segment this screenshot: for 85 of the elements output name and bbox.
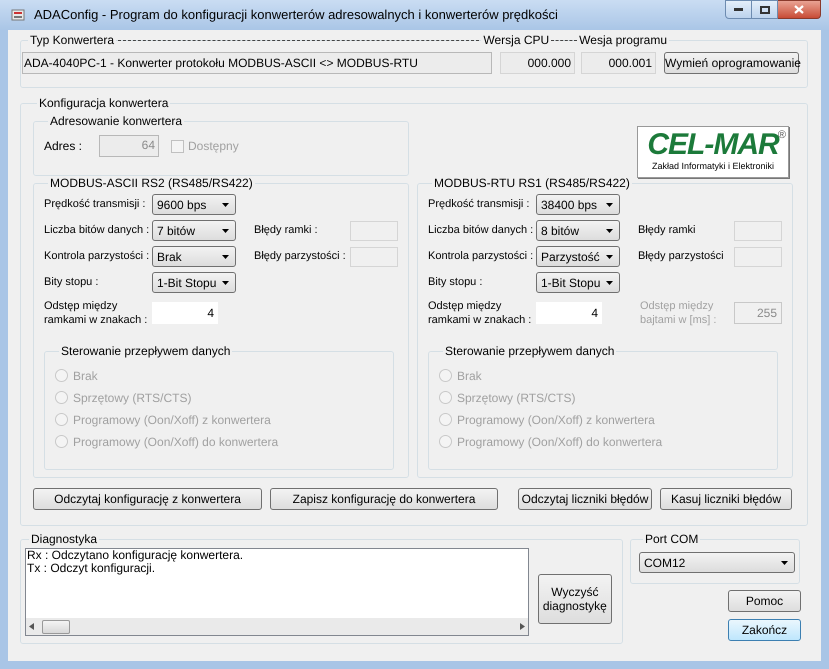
group-title: Konfiguracja konwertera	[38, 95, 170, 112]
field-label: Odstęp między ramkami w znakach :	[428, 299, 532, 327]
group-title: Sterowanie przepływem danych	[444, 343, 616, 360]
error-count-field	[350, 220, 398, 240]
checkbox-label: Dostępny	[188, 138, 239, 155]
app-icon	[10, 7, 26, 23]
push-button[interactable]: Pomoc	[728, 590, 801, 612]
scrollbar-thumb[interactable]	[42, 620, 70, 634]
field-label: Błędy parzystości	[638, 249, 725, 264]
field-label: Bity stopu :	[428, 275, 484, 290]
group-title: Diagnostyka	[30, 531, 98, 548]
caret-icon	[606, 228, 613, 232]
scroll-right-icon	[520, 623, 525, 630]
program-version-field: 000.001	[581, 52, 656, 74]
caret-icon	[222, 202, 229, 206]
window-title: ADAConfig - Program do konfiguracji konwerterów adresowalnych i konwerterów prędkości	[34, 6, 558, 24]
dropdown[interactable]: 1-Bit Stopu	[152, 272, 236, 293]
close-icon	[794, 5, 804, 14]
field-label: Kontrola parzystości :	[44, 249, 150, 264]
caret-icon	[606, 254, 613, 258]
radio-label: Brak	[457, 368, 482, 384]
radio-label: Sprzętowy (RTS/CTS)	[73, 390, 192, 406]
group-title: Sterowanie przepływem danych	[60, 343, 232, 360]
radio-label: Programowy (Oon/Xoff) do konwertera	[73, 434, 278, 450]
radio-label: Programowy (Oon/Xoff) z konwertera	[457, 412, 655, 428]
dropdown[interactable]: Brak	[152, 246, 236, 267]
radio-label: Sprzętowy (RTS/CTS)	[457, 390, 576, 406]
group-title: Adresowanie konwertera	[49, 113, 184, 130]
dropdown[interactable]: COM12	[639, 552, 795, 573]
caret-icon	[606, 280, 613, 284]
push-button[interactable]: Kasuj liczniki błędów	[660, 488, 792, 510]
field-label: Błędy ramki	[638, 223, 696, 238]
caret-icon	[781, 560, 788, 564]
field-label: Błędy ramki :	[254, 223, 319, 238]
caret-icon	[222, 254, 229, 258]
logo-text: CEL-MAR	[647, 129, 779, 161]
dropdown[interactable]: 38400 bps	[536, 194, 620, 215]
input-field[interactable]: 4	[536, 302, 602, 324]
caret-icon	[222, 228, 229, 232]
input-field[interactable]: 4	[152, 302, 218, 324]
dropdown[interactable]: 9600 bps	[152, 194, 236, 215]
push-button[interactable]: Zakończ	[728, 619, 801, 641]
address-field: 64	[99, 135, 159, 157]
group-title: MODBUS-ASCII RS2 (RS485/RS422)	[49, 175, 254, 192]
dropdown[interactable]: 1-Bit Stopu	[536, 272, 620, 293]
field-label: Kontrola parzystości :	[428, 249, 534, 264]
caret-icon	[222, 280, 229, 284]
dropdown[interactable]: 8 bitów	[536, 220, 620, 241]
error-count-field	[734, 246, 782, 266]
field-label: Adres :	[44, 138, 84, 155]
group-title: Port COM	[644, 531, 700, 548]
error-count-field	[350, 246, 398, 266]
field-label: Odstęp między bajtami w [ms] :	[640, 299, 718, 327]
push-button[interactable]: Wymień oprogramowanie	[664, 52, 799, 74]
field-label: Błędy parzystości :	[254, 249, 347, 264]
horizontal-scrollbar[interactable]	[26, 618, 528, 635]
dropdown[interactable]: Parzystość	[536, 246, 620, 267]
log-line: Rx : Odczytano konfigurację konwertera.	[27, 549, 244, 562]
push-button[interactable]: Wyczyść diagnostykę	[538, 574, 612, 624]
minimize-icon	[734, 8, 743, 11]
radio-label: Brak	[73, 368, 98, 384]
log-line: Tx : Odczyt konfiguracji.	[27, 562, 156, 575]
maximize-icon	[760, 6, 770, 14]
radio-label: Programowy (Oon/Xoff) z konwertera	[73, 412, 271, 428]
minimize-button[interactable]	[725, 0, 752, 19]
field-label: Odstęp między ramkami w znakach :	[44, 299, 148, 327]
push-button[interactable]: Zapisz konfigurację do konwertera	[270, 488, 498, 510]
logo-subtitle: Zakład Informatyki i Elektroniki	[652, 161, 774, 172]
radio-label: Programowy (Oon/Xoff) do konwertera	[457, 434, 662, 450]
converter-type-field: ADA-4040PC-1 - Konwerter protokołu MODBUS-ASCII <> MODBUS-RTU	[22, 52, 492, 74]
error-count-field	[734, 220, 782, 240]
field-label: Liczba bitów danych :	[44, 223, 150, 238]
field-label: Prędkość transmisji :	[44, 197, 146, 212]
close-button[interactable]	[778, 0, 821, 19]
dropdown[interactable]: 7 bitów	[152, 220, 236, 241]
maximize-button[interactable]	[752, 0, 778, 19]
field-label: Bity stopu :	[44, 275, 100, 290]
push-button[interactable]: Odczytaj konfigurację z konwertera	[33, 488, 262, 510]
push-button[interactable]: Odczytaj liczniki błędów	[518, 488, 652, 510]
field-label: Prędkość transmisji :	[428, 197, 530, 212]
caret-icon	[606, 202, 613, 206]
field-label: Liczba bitów danych :	[428, 223, 534, 238]
scroll-left-icon	[29, 623, 34, 630]
group-title: MODBUS-RTU RS1 (RS485/RS422)	[433, 175, 631, 192]
cpu-version-field: 000.000	[500, 52, 575, 74]
